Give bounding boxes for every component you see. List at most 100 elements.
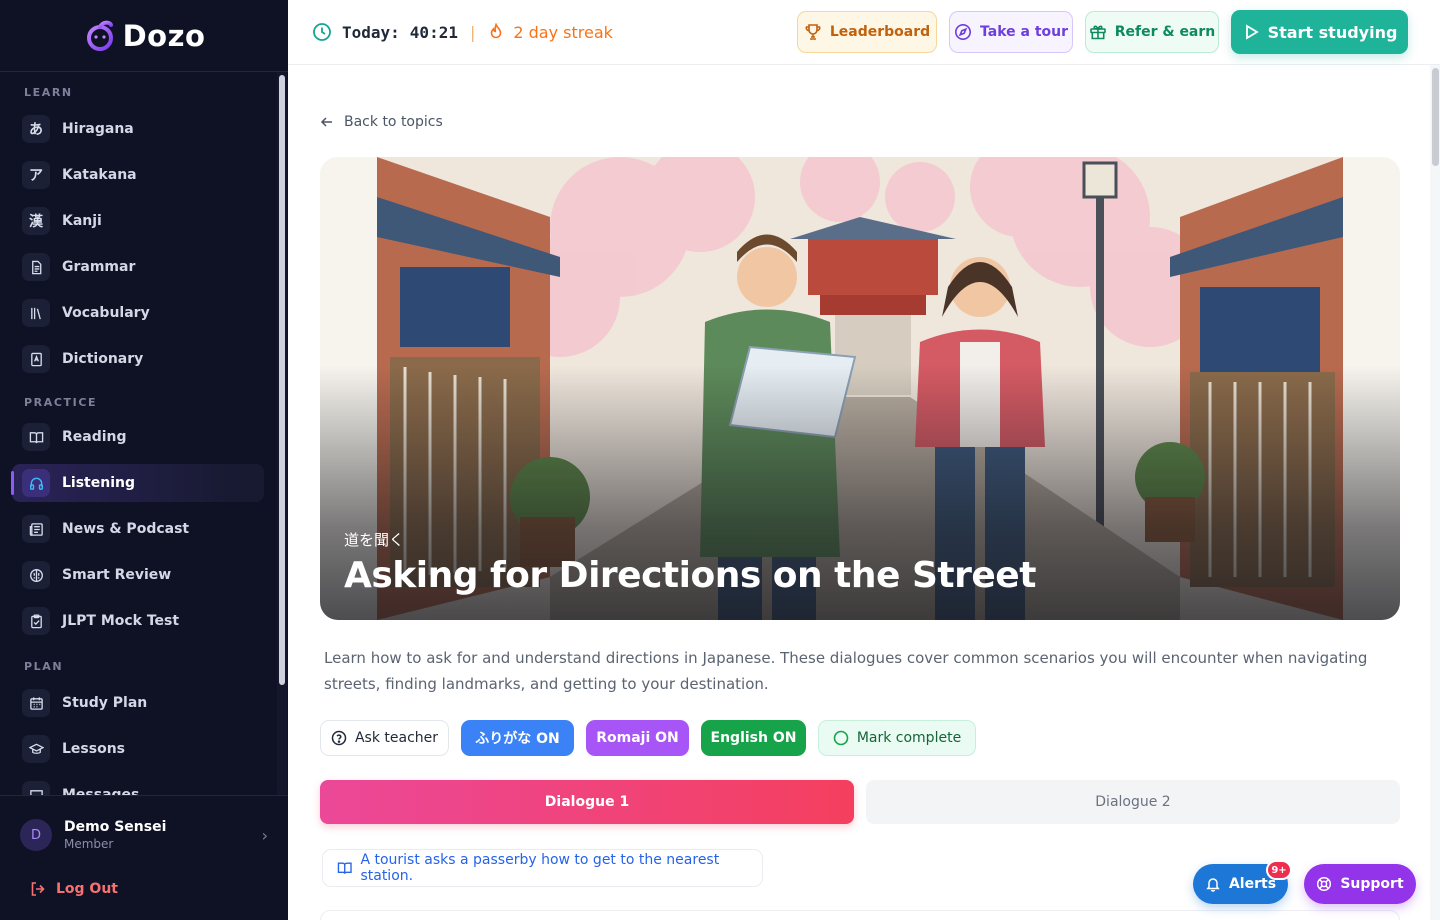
kanji-icon: 漢 xyxy=(22,207,50,235)
romaji-label: Romaji ON xyxy=(596,730,679,746)
ask-teacher-button[interactable]: Ask teacher xyxy=(320,720,449,756)
bell-icon xyxy=(1206,878,1220,892)
sidebar-item-label: Dictionary xyxy=(62,351,144,367)
lesson-title-jp: 道を聞く xyxy=(344,531,405,549)
graduation-cap-icon xyxy=(22,735,50,763)
sidebar-item-label: Hiragana xyxy=(62,121,134,137)
user-profile-button[interactable]: D Demo Sensei Member › xyxy=(0,796,288,874)
hero-gradient xyxy=(320,157,1400,620)
sidebar-item-label: Grammar xyxy=(62,259,136,275)
sidebar-item-kanji[interactable]: 漢 Kanji xyxy=(12,202,264,240)
sidebar-item-dictionary[interactable]: Dictionary xyxy=(12,340,264,378)
sidebar-item-katakana[interactable]: ア Katakana xyxy=(12,156,264,194)
sidebar-item-label: Smart Review xyxy=(62,567,172,583)
avatar: D xyxy=(20,819,52,851)
sidebar-item-reading[interactable]: Reading xyxy=(12,418,264,456)
lesson-description: Learn how to ask for and understand dire… xyxy=(324,649,1368,693)
dialogue-scenario: A tourist asks a passerby how to get to … xyxy=(322,849,763,887)
document-icon xyxy=(22,253,50,281)
sidebar-item-study-plan[interactable]: Study Plan xyxy=(12,684,264,722)
help-circle-icon xyxy=(331,730,347,746)
sidebar-item-listening[interactable]: Listening xyxy=(11,464,264,502)
furigana-toggle[interactable]: ふりがな ON xyxy=(461,720,574,756)
tab-label: Dialogue 2 xyxy=(1095,794,1171,810)
lesson-hero: 道を聞く Asking for Directions on the Street xyxy=(320,157,1400,620)
take-tour-button[interactable]: Take a tour xyxy=(949,11,1073,53)
newspaper-icon xyxy=(22,515,50,543)
sidebar-item-grammar[interactable]: Grammar xyxy=(12,248,264,286)
start-label: Start studying xyxy=(1267,22,1398,42)
section-plan: PLAN xyxy=(24,659,64,673)
clipboard-icon xyxy=(22,607,50,635)
divider: | xyxy=(469,22,476,42)
user-panel: D Demo Sensei Member › Log Out xyxy=(0,795,288,920)
main-scrollbar[interactable] xyxy=(1432,68,1439,166)
logout-button[interactable]: Log Out xyxy=(0,874,288,904)
alerts-badge: 9+ xyxy=(1266,860,1292,880)
lifebuoy-icon xyxy=(1317,876,1332,892)
romaji-toggle[interactable]: Romaji ON xyxy=(586,720,689,756)
scenario-text: A tourist asks a passerby how to get to … xyxy=(360,852,720,884)
hiragana-icon: あ xyxy=(22,115,50,143)
sidebar-scrollbar[interactable] xyxy=(279,75,285,685)
calendar-icon xyxy=(22,689,50,717)
mark-complete-button[interactable]: Mark complete xyxy=(818,720,976,756)
play-icon xyxy=(1245,24,1259,40)
furigana-label: ふりがな ON xyxy=(475,731,560,747)
sidebar-item-news-podcast[interactable]: News & Podcast xyxy=(12,510,264,548)
sidebar-item-jlpt-mock-test[interactable]: JLPT Mock Test xyxy=(12,602,264,640)
alerts-label: Alerts xyxy=(1228,876,1277,892)
support-button[interactable]: Support xyxy=(1304,864,1416,904)
main-scroll-track xyxy=(1430,65,1440,920)
book-open-icon xyxy=(22,423,50,451)
tab-dialogue-2[interactable]: Dialogue 2 xyxy=(866,780,1400,824)
refer-earn-button[interactable]: Refer & earn xyxy=(1085,11,1219,53)
chevron-right-icon: › xyxy=(261,825,268,845)
sidebar-item-label: Reading xyxy=(62,429,127,445)
circle-icon xyxy=(833,730,849,746)
sidebar-item-label: Listening xyxy=(62,475,135,491)
today-label: Today: xyxy=(342,22,400,42)
sidebar-item-hiragana[interactable]: あ Hiragana xyxy=(12,110,264,148)
gift-icon xyxy=(1089,25,1106,40)
sidebar-item-label: Lessons xyxy=(62,741,125,757)
support-label: Support xyxy=(1340,876,1404,892)
sidebar: Dozo LEARN あ Hiragana ア Katakana 漢 Kanji… xyxy=(0,0,288,920)
streak-indicator: 2 day streak xyxy=(487,23,613,42)
brain-icon xyxy=(22,561,50,589)
sidebar-item-smart-review[interactable]: Smart Review xyxy=(12,556,264,594)
ask-teacher-label: Ask teacher xyxy=(354,730,439,746)
dialogue-card xyxy=(320,910,1400,920)
tab-dialogue-1[interactable]: Dialogue 1 xyxy=(320,780,854,824)
dozo-logo-icon xyxy=(86,20,113,51)
leaderboard-button[interactable]: Leaderboard xyxy=(797,11,937,53)
leaderboard-label: Leaderboard xyxy=(829,24,931,40)
sidebar-item-messages[interactable]: Messages xyxy=(12,776,264,795)
back-to-topics-link[interactable]: Back to topics xyxy=(320,114,443,130)
brand[interactable]: Dozo xyxy=(0,0,288,72)
mark-complete-label: Mark complete xyxy=(856,730,962,746)
section-practice: PRACTICE xyxy=(24,395,98,409)
sidebar-item-vocabulary[interactable]: Vocabulary xyxy=(12,294,264,332)
sidebar-item-lessons[interactable]: Lessons xyxy=(12,730,264,768)
message-icon xyxy=(22,781,50,795)
sidebar-item-label: Katakana xyxy=(62,167,137,183)
library-icon xyxy=(22,299,50,327)
today-time: 40:21 xyxy=(409,22,458,42)
section-learn: LEARN xyxy=(24,85,73,99)
english-toggle[interactable]: English ON xyxy=(701,720,806,756)
start-studying-button[interactable]: Start studying xyxy=(1231,10,1408,54)
logout-icon xyxy=(31,882,45,896)
logout-label: Log Out xyxy=(56,881,118,897)
english-label: English ON xyxy=(710,730,797,746)
sidebar-nav: LEARN あ Hiragana ア Katakana 漢 Kanji Gram… xyxy=(0,72,276,795)
today-timer: Today: 40:21 xyxy=(312,22,458,42)
lesson-title: Asking for Directions on the Street xyxy=(344,555,1036,596)
headphones-icon xyxy=(22,469,50,497)
flame-icon xyxy=(491,23,502,39)
user-name: Demo Sensei xyxy=(64,819,167,835)
tab-label: Dialogue 1 xyxy=(544,794,630,810)
arrow-left-icon xyxy=(320,117,332,127)
sidebar-item-label: Kanji xyxy=(62,213,102,229)
sidebar-item-label: Vocabulary xyxy=(62,305,150,321)
